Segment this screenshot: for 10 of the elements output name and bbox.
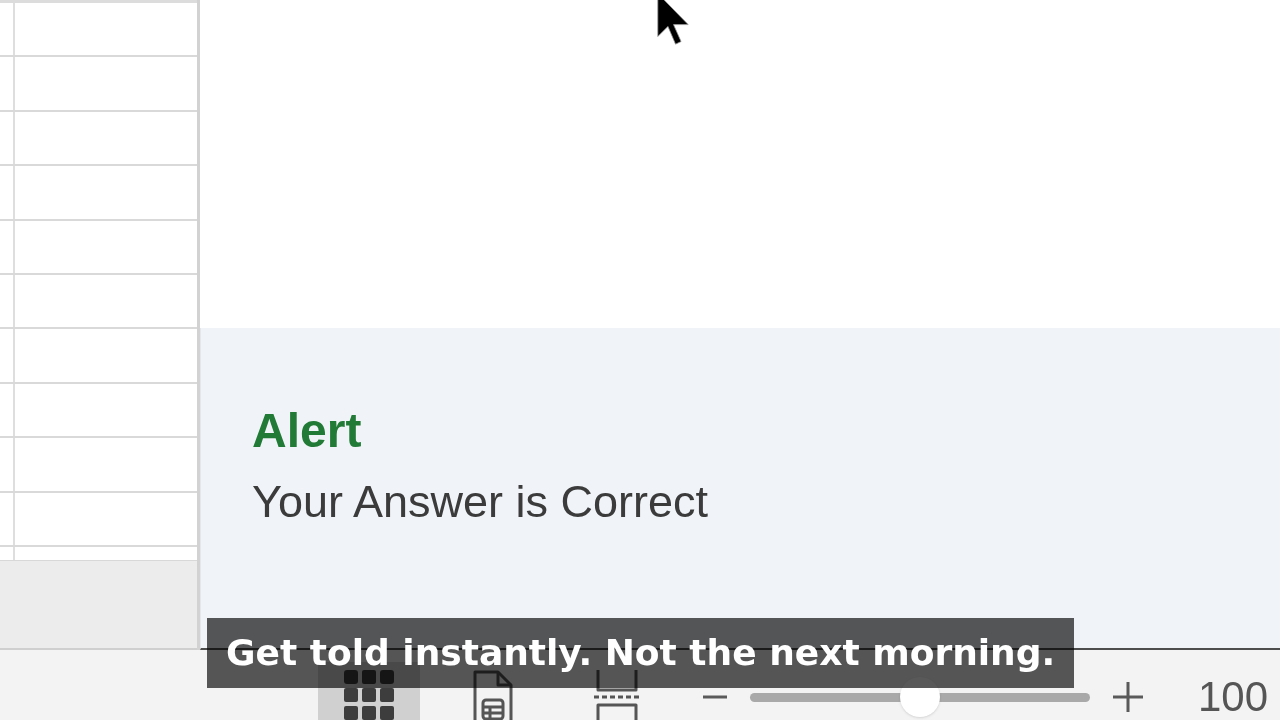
subtitle-caption: Get told instantly. Not the next morning. xyxy=(207,618,1075,688)
grid-icon xyxy=(344,670,394,720)
slider-thumb[interactable] xyxy=(900,677,940,717)
alert-title: Alert xyxy=(252,407,362,455)
minus-icon xyxy=(703,695,727,699)
alert-message: Your Answer is Correct xyxy=(252,479,709,524)
page-break-icon xyxy=(592,670,642,720)
plus-icon xyxy=(1113,682,1143,712)
page-icon xyxy=(473,670,513,720)
zoom-percent-button[interactable]: 100 xyxy=(1198,676,1269,718)
